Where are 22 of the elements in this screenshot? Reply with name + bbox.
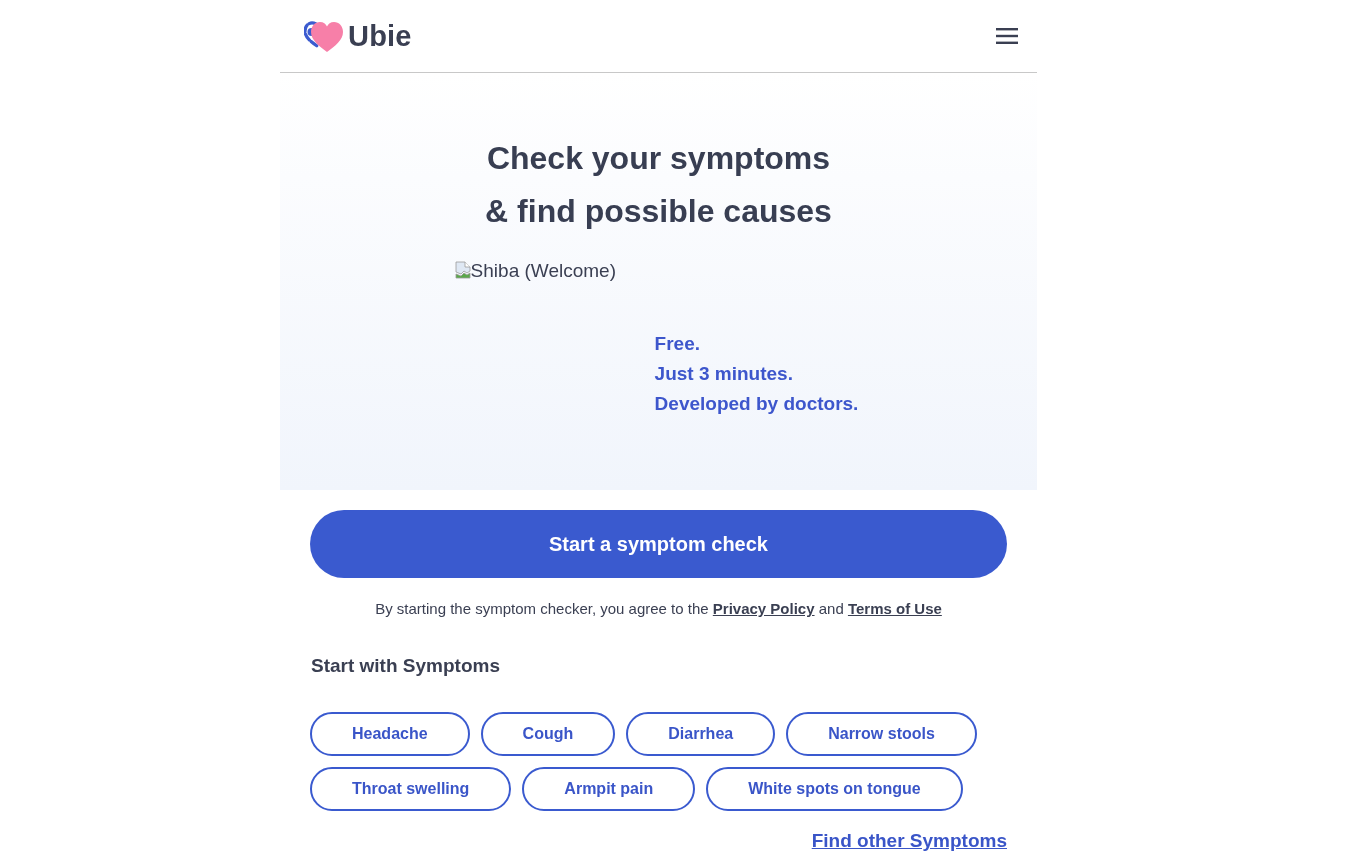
terms-of-use-link[interactable]: Terms of Use (847, 600, 942, 617)
tagline-text: Just 3 minutes. (654, 362, 794, 386)
symptom-chip[interactable]: White spots on tongue (706, 767, 963, 811)
symptom-chip[interactable]: Cough (480, 712, 616, 756)
privacy-policy-link[interactable]: Privacy Policy (712, 600, 815, 617)
terms-notice: By starting the symptom checker, you agree to the Privacy Policy and Terms of Use (374, 599, 943, 619)
logo-link[interactable]: Ubie (304, 19, 412, 53)
heart-logo-icon (304, 19, 344, 53)
section-heading: Start with Symptoms (311, 654, 501, 678)
symptom-chip[interactable]: Armpit pain (522, 767, 696, 811)
tagline-text: Developed by doctors. (654, 392, 859, 416)
menu-icon[interactable] (996, 28, 1018, 44)
symptom-chip[interactable]: Narrow stools (786, 712, 977, 756)
symptom-chip[interactable]: Diarrhea (626, 712, 776, 756)
tagline-text: Free. (654, 332, 702, 356)
symptom-chip[interactable]: Throat swelling (310, 767, 512, 811)
image-alt-text: Shiba (Welcome) (470, 259, 616, 283)
find-other-symptoms-link[interactable]: Find other Symptoms (811, 830, 1007, 851)
broken-image-icon (454, 261, 471, 279)
start-check-button[interactable]: Start a symptom check (310, 510, 1007, 578)
hero-title: Check your symptoms & find possible causes (485, 139, 832, 231)
symptom-chip[interactable]: Headache (310, 712, 470, 756)
